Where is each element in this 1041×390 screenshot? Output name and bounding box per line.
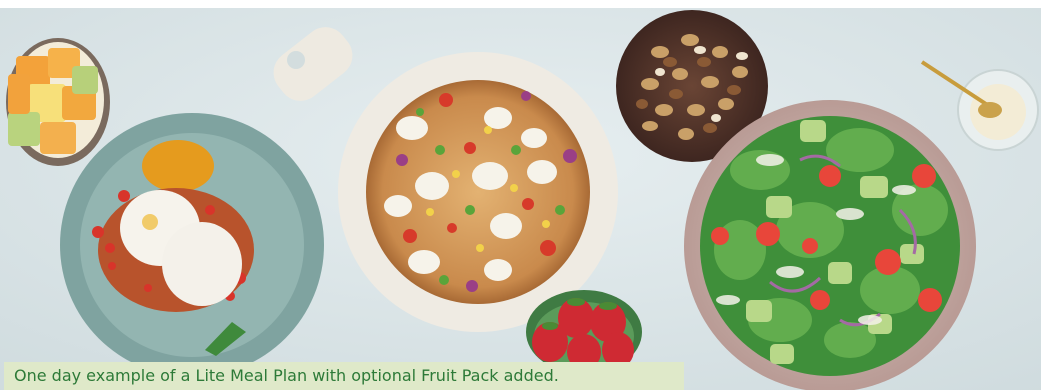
meal-plan-photo-frame: One day example of a Lite Meal Plan with… [0,0,1041,390]
egg-plate [60,113,324,377]
top-border [0,0,1041,8]
fruit-bowl [6,38,110,166]
caption-banner: One day example of a Lite Meal Plan with… [4,362,684,390]
meal-plan-photo [0,0,1041,390]
salad-bowl [684,100,976,390]
